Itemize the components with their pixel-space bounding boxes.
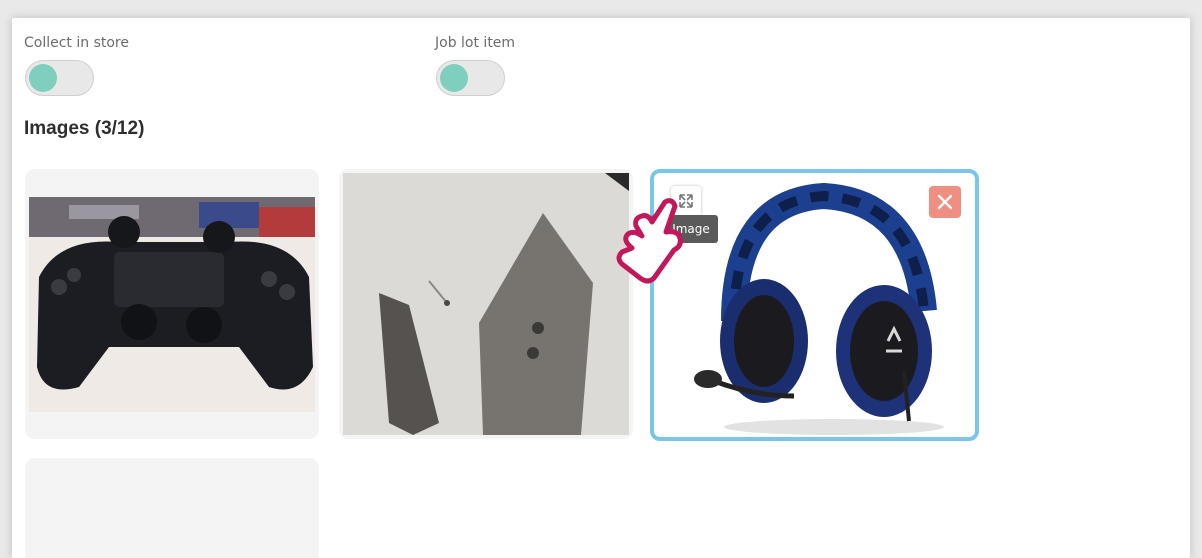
image-tile-empty-slot[interactable]: [25, 458, 319, 558]
toggle-knob: [29, 64, 57, 92]
close-icon: [937, 194, 953, 210]
image-tile-controller[interactable]: [25, 169, 319, 439]
remove-image-button[interactable]: [929, 186, 961, 218]
image-tile-headset[interactable]: [650, 169, 979, 441]
images-section-title: Images (3/12): [24, 118, 145, 139]
image-tile-plastic-parts[interactable]: [339, 169, 633, 439]
collect-in-store-toggle[interactable]: [25, 60, 94, 96]
controller-photo: [29, 197, 315, 412]
toggle-knob: [440, 64, 468, 92]
listing-options-panel: Collect in store Job lot item Images (3/…: [12, 18, 1190, 558]
job-lot-item-label: Job lot item: [435, 35, 516, 51]
plastic-parts-photo: [343, 173, 629, 435]
hand-pointer-icon: [616, 198, 683, 284]
collect-in-store-label: Collect in store: [24, 35, 129, 51]
job-lot-item-toggle[interactable]: [436, 60, 505, 96]
